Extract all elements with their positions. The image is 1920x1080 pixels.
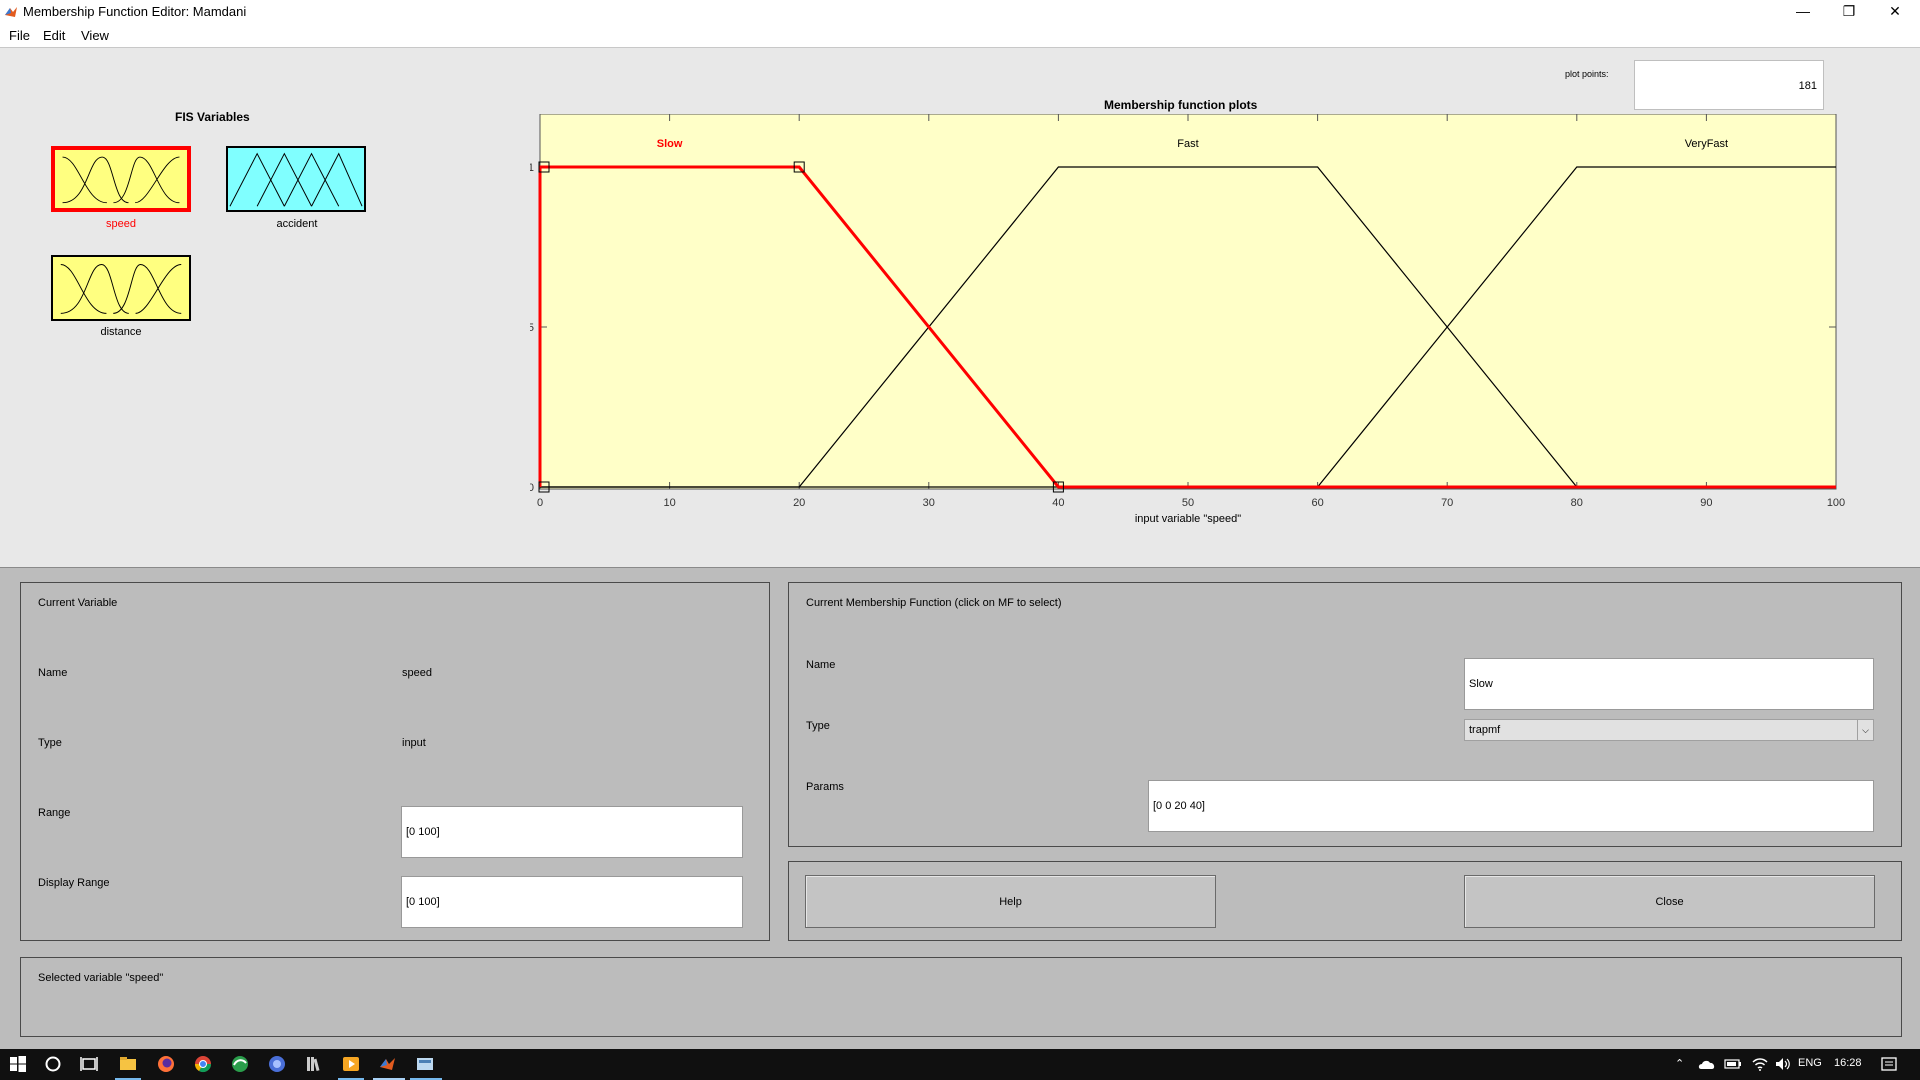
language-indicator[interactable]: ENG [1798,1057,1822,1069]
x-tick-label: 50 [1182,497,1194,509]
close-window-button[interactable]: ✕ [1872,0,1918,24]
fis-editor-taskbar-icon[interactable] [416,1055,434,1073]
plot-background [539,114,1837,490]
mf-type-select[interactable]: trapmf ⌵ [1464,719,1874,741]
minimize-button[interactable]: — [1780,0,1826,24]
mf-label-veryfast[interactable]: VeryFast [1685,138,1728,150]
x-tick-label: 70 [1441,497,1453,509]
mf-params-label: Params [806,781,844,793]
mf-type-label: Type [806,720,830,732]
x-tick-label: 10 [663,497,675,509]
mf-type-value: trapmf [1469,724,1501,736]
mf-thumbnail-icon [53,257,189,319]
variable-tile-distance[interactable] [51,255,191,321]
wifi-icon[interactable] [1751,1056,1769,1072]
variable-label-accident[interactable]: accident [227,218,367,230]
variable-label-distance[interactable]: distance [51,326,191,338]
variable-tile-speed[interactable] [51,146,191,212]
variable-name-value: speed [402,667,432,679]
browser-icon[interactable] [231,1055,249,1073]
plot-points-input[interactable]: 181 [1634,60,1824,110]
onedrive-icon[interactable] [1697,1056,1717,1072]
x-axis-label: input variable "speed" [1135,513,1241,524]
search-icon[interactable] [44,1055,62,1073]
mf-name-label: Name [806,659,836,671]
library-icon[interactable] [305,1055,323,1073]
variable-name-label: Name [38,667,68,679]
firefox-icon[interactable] [157,1055,175,1073]
app-circle-icon[interactable] [268,1055,286,1073]
current-variable-title: Current Variable [38,597,118,609]
x-tick-label: 40 [1052,497,1064,509]
y-tick-label: 1 [530,162,534,174]
menu-edit[interactable]: Edit [43,28,65,43]
x-tick-label: 0 [537,497,543,509]
media-player-icon[interactable] [342,1055,360,1073]
membership-function-plot[interactable]: 0 10 20 30 40 50 60 70 80 90 100 0 0.5 1 Fast VeryFast S… [530,114,1860,524]
menu-bar: File Edit View [0,24,1920,48]
mf-name-input[interactable]: Slow [1464,658,1874,710]
status-panel [20,957,1902,1037]
notifications-icon[interactable] [1880,1056,1898,1072]
range-label: Range [38,807,71,819]
range-input[interactable]: [0 100] [401,806,743,858]
title-bar: Membership Function Editor: Mamdani — ❐ … [0,0,1920,24]
display-range-label: Display Range [38,877,110,889]
x-tick-label: 20 [793,497,805,509]
mf-label-fast[interactable]: Fast [1177,138,1198,150]
task-view-icon[interactable] [80,1055,98,1073]
taskbar: ⌃ ENG 16:28 [0,1049,1920,1080]
chrome-icon[interactable] [194,1055,212,1073]
help-button[interactable]: Help [805,875,1216,928]
variable-tile-accident[interactable] [226,146,366,212]
mf-label-slow[interactable]: Slow [657,138,683,150]
fis-variables-title: FIS Variables [175,110,250,124]
matlab-taskbar-icon[interactable] [379,1055,397,1073]
matlab-icon [5,7,17,17]
clock[interactable]: 16:28 [1834,1057,1862,1069]
plot-title: Membership function plots [1104,98,1258,112]
display-range-input[interactable]: [0 100] [401,876,743,928]
x-tick-label: 80 [1571,497,1583,509]
x-tick-label: 90 [1700,497,1712,509]
window-title: Membership Function Editor: Mamdani [23,4,247,19]
plot-points-label: plot points: [1565,69,1609,79]
status-text: Selected variable "speed" [38,972,164,984]
volume-icon[interactable] [1774,1056,1792,1072]
close-button[interactable]: Close [1464,875,1875,928]
mf-thumbnail-icon [55,150,187,208]
windows-start-icon[interactable] [9,1055,27,1073]
y-tick-label: 0 [530,482,534,494]
mf-thumbnail-icon [228,148,364,210]
chevron-down-icon[interactable]: ⌵ [1857,720,1873,740]
mf-params-input[interactable]: [0 0 20 40] [1148,780,1874,832]
variable-type-value: input [402,737,426,749]
x-tick-label: 100 [1827,497,1845,509]
battery-icon[interactable] [1724,1056,1742,1072]
menu-file[interactable]: File [9,28,30,43]
x-tick-label: 30 [923,497,935,509]
variable-label-speed[interactable]: speed [51,218,191,230]
current-mf-title: Current Membership Function (click on MF… [806,597,1062,609]
variable-type-label: Type [38,737,62,749]
tray-expand-icon[interactable]: ⌃ [1675,1057,1684,1070]
x-tick-label: 60 [1311,497,1323,509]
plot-points-value: 181 [1798,80,1817,92]
menu-view[interactable]: View [81,28,109,43]
file-explorer-icon[interactable] [119,1055,137,1073]
maximize-button[interactable]: ❐ [1826,0,1872,24]
y-tick-label: 0.5 [530,322,534,334]
